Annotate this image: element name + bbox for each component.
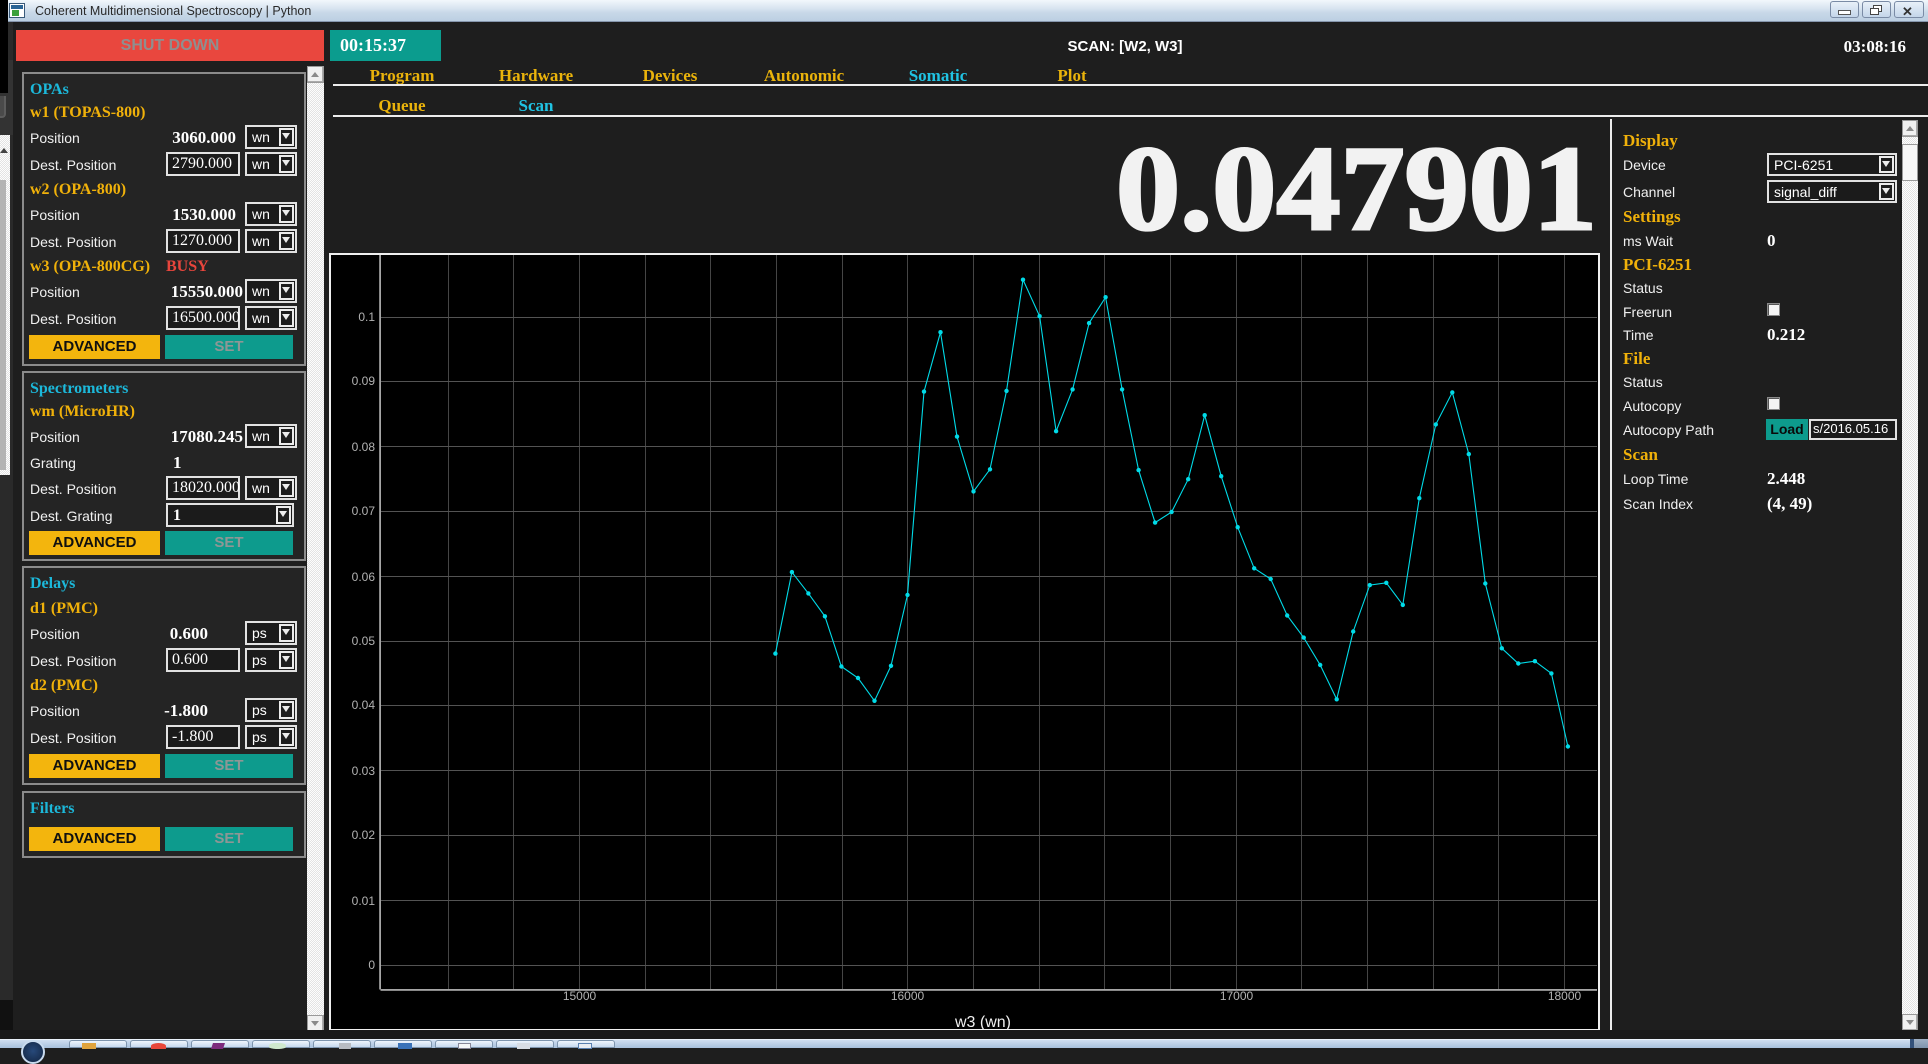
svg-text:15000: 15000 [563, 989, 597, 1003]
svg-text:0.1: 0.1 [358, 310, 375, 324]
svg-text:0.05: 0.05 [352, 634, 376, 648]
svg-text:w3 (wn): w3 (wn) [954, 1014, 1011, 1031]
svg-text:0.03: 0.03 [352, 764, 376, 778]
svg-text:0.08: 0.08 [352, 440, 376, 454]
svg-text:0.01: 0.01 [352, 894, 376, 908]
svg-text:0: 0 [368, 958, 375, 972]
svg-text:0.06: 0.06 [352, 570, 376, 584]
svg-text:0.02: 0.02 [352, 828, 376, 842]
svg-text:0.09: 0.09 [352, 374, 376, 388]
svg-text:16000: 16000 [891, 989, 925, 1003]
svg-text:17000: 17000 [1220, 989, 1254, 1003]
svg-text:0.04: 0.04 [352, 698, 376, 712]
svg-text:0.07: 0.07 [352, 504, 376, 518]
svg-text:18000: 18000 [1548, 989, 1582, 1003]
